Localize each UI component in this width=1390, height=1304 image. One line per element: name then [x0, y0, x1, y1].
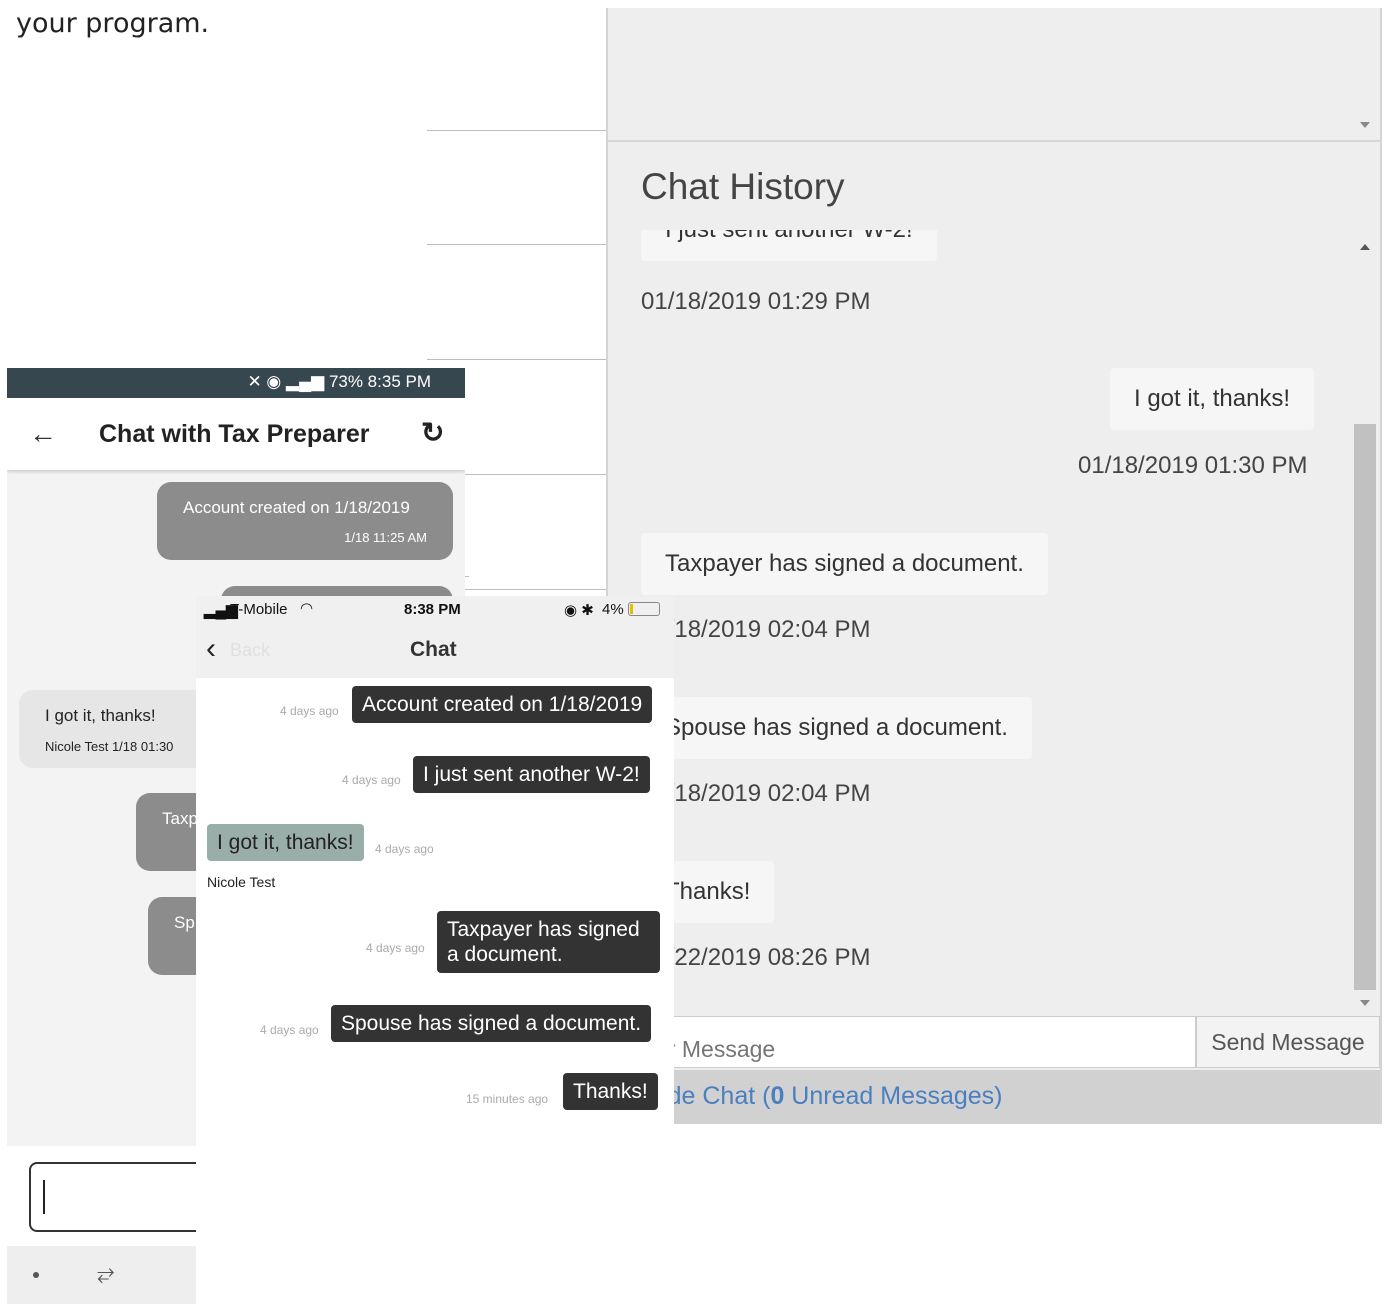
message-text: I just sent another W-2!	[665, 230, 913, 243]
location-icon: ◉ ✱	[564, 602, 594, 619]
divider	[427, 359, 607, 360]
battery-icon	[628, 602, 660, 616]
back-arrow-icon[interactable]: ←	[29, 418, 57, 450]
message-text: Taxp	[162, 809, 198, 828]
ios-chat-screen: ▂▄▆ T-Mobile ◠ 8:38 PM ◉ ✱ 4% ‹ Back Cha…	[196, 596, 674, 1304]
web-chat-top-area	[608, 8, 1380, 142]
message-age: 4 days ago	[260, 1023, 319, 1037]
chat-message: Taxpayer has signed a document.	[641, 533, 1048, 595]
ios-nav-bar: ‹ Back Chat	[196, 624, 674, 678]
chat-bubble-outgoing: Spouse has signed a document.	[331, 1005, 652, 1042]
chat-history-title: Chat History	[641, 166, 845, 207]
battery-level	[630, 604, 633, 614]
message-age: 4 days ago	[366, 941, 425, 955]
signal-icon: ▂▄▆	[286, 372, 325, 391]
battery-percent: 4%	[602, 601, 624, 618]
chat-bubble-incoming: I got it, thanks! Nicole Test 1/18 01:30	[19, 690, 219, 768]
message-text: Account created on 1/18/2019	[183, 498, 410, 517]
divider	[427, 130, 607, 131]
intro-text: your program.	[16, 8, 210, 39]
web-chat-panel: Chat History I just sent another W-2! 01…	[606, 8, 1382, 1124]
message-text: Spouse has signed a document.	[665, 714, 1008, 741]
status-time: 8:38 PM	[404, 601, 461, 618]
chat-bubble-outgoing: Taxpayer has signed a document.	[437, 911, 660, 973]
android-toolbar: ← Chat with Tax Preparer ↻	[7, 398, 465, 470]
message-age: 4 days ago	[342, 773, 401, 787]
message-timestamp: 01/22/2019 08:26 PM	[641, 944, 871, 971]
message-text: I got it, thanks!	[45, 706, 156, 725]
mute-icon: ✕	[247, 372, 262, 391]
chat-message: Spouse has signed a document.	[641, 697, 1032, 759]
scrollbar-thumb[interactable]	[1354, 424, 1376, 990]
message-text: I got it, thanks!	[1134, 385, 1291, 412]
divider	[427, 244, 607, 245]
text-cursor	[43, 1180, 45, 1214]
scroll-up-icon[interactable]	[1360, 244, 1370, 250]
chat-title: Chat	[410, 638, 457, 661]
send-message-button[interactable]: Send Message	[1196, 1016, 1380, 1068]
message-text: Thanks!	[665, 878, 751, 905]
unread-count: 0	[770, 1082, 785, 1110]
scroll-down-icon[interactable]	[1360, 1000, 1370, 1006]
message-timestamp: 01/18/2019 02:04 PM	[641, 780, 871, 807]
divider	[465, 589, 607, 590]
back-chevron-icon[interactable]: ‹	[206, 632, 216, 666]
chat-bubble-outgoing: Account created on 1/18/2019 1/18 11:25 …	[157, 482, 453, 560]
chat-message: I just sent another W-2!	[641, 230, 937, 261]
chat-message: I got it, thanks!	[1110, 368, 1315, 430]
hide-chat-link[interactable]: Hide Chat (0 Unread Messages)	[608, 1070, 1380, 1124]
back-button-label[interactable]: Back	[230, 640, 270, 661]
sender-name: Nicole Test	[207, 874, 276, 890]
chat-bubble-outgoing: Thanks!	[563, 1073, 658, 1110]
message-age: 4 days ago	[375, 842, 434, 856]
android-status-bar: ✕ ◉ ▂▄▆ 73% 8:35 PM	[7, 368, 465, 398]
chat-history-list[interactable]: I just sent another W-2! 01/18/2019 01:2…	[608, 230, 1380, 1016]
chat-title: Chat with Tax Preparer	[99, 420, 370, 448]
message-meta: Nicole Test 1/18 01:30	[45, 739, 174, 754]
chat-bubble-incoming: I got it, thanks!	[207, 824, 364, 861]
message-meta: 1/18 11:25 AM	[344, 530, 427, 545]
divider	[465, 474, 607, 475]
dot-icon[interactable]	[33, 1272, 39, 1278]
status-text: 73% 8:35 PM	[328, 372, 431, 391]
chat-bubble-outgoing: Account created on 1/18/2019	[352, 686, 653, 723]
message-age: 4 days ago	[280, 704, 339, 718]
message-text: Taxpayer has signed a document.	[665, 550, 1024, 577]
message-timestamp: 01/18/2019 02:04 PM	[641, 616, 871, 643]
ios-status-bar: ▂▄▆ T-Mobile ◠ 8:38 PM ◉ ✱ 4%	[196, 596, 674, 624]
alarm-icon: ◉	[266, 372, 282, 391]
message-age: 15 minutes ago	[466, 1092, 549, 1106]
chat-bubble-outgoing: I just sent another W-2!	[413, 756, 650, 793]
scroll-down-icon[interactable]	[1360, 122, 1370, 128]
message-text: Sp	[174, 913, 195, 932]
carrier-name: T-Mobile	[230, 601, 288, 618]
message-input[interactable]	[608, 1016, 1196, 1068]
wifi-icon: ◠	[300, 600, 314, 617]
recent-apps-icon[interactable]: ⥂	[97, 1260, 115, 1286]
hide-chat-label-suffix: Unread Messages)	[784, 1082, 1003, 1110]
message-timestamp: 01/18/2019 01:30 PM	[1078, 452, 1308, 479]
message-timestamp: 01/18/2019 01:29 PM	[641, 288, 871, 315]
refresh-icon[interactable]: ↻	[421, 416, 444, 449]
